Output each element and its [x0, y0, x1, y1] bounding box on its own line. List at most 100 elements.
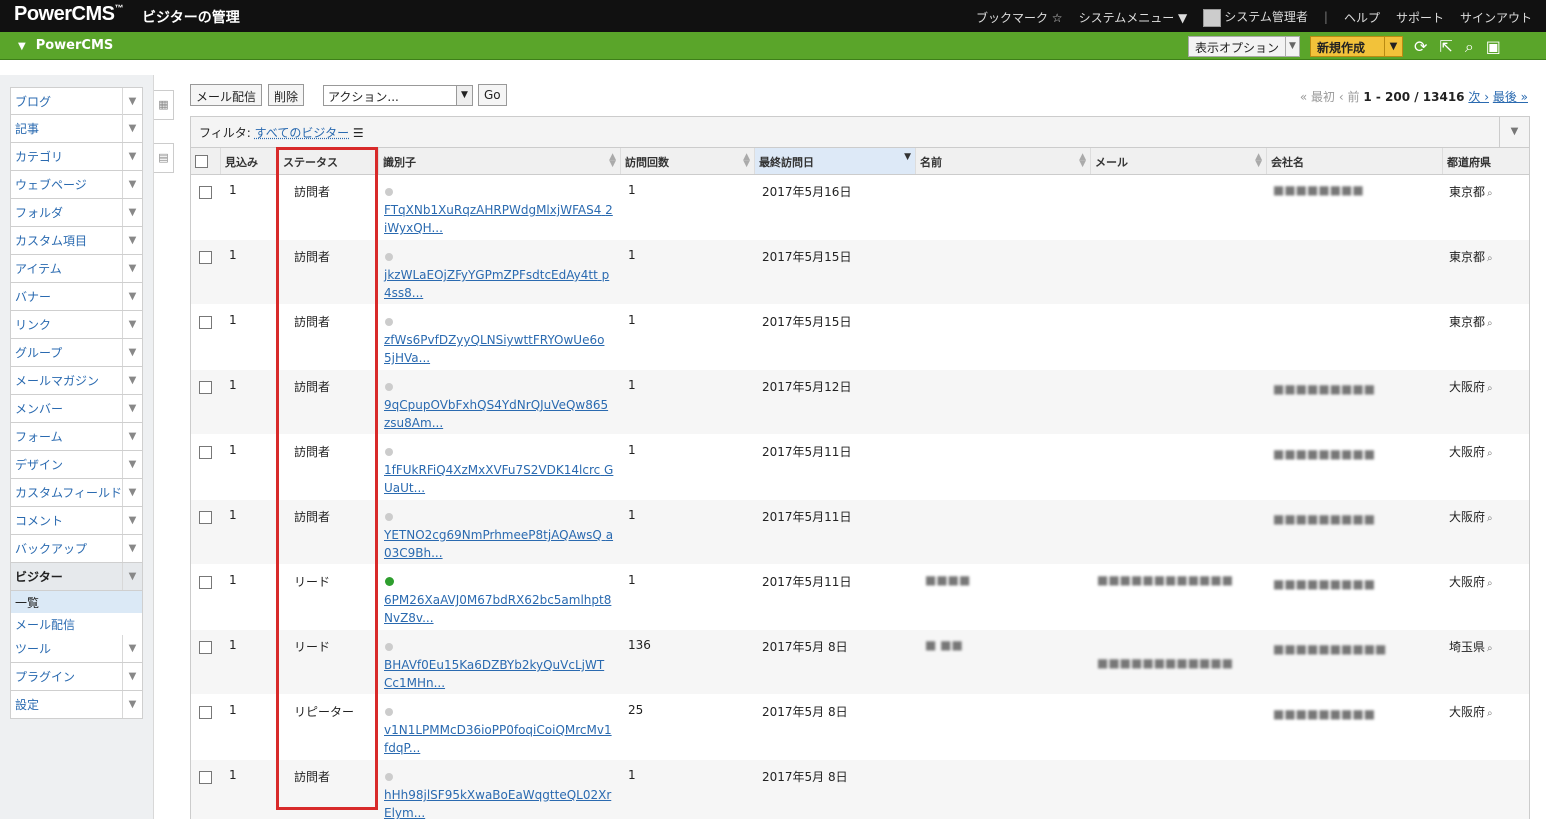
sidebar-item-visitor[interactable]: ビジター ▼	[10, 563, 143, 591]
search-icon[interactable]: ⌕	[1487, 513, 1493, 524]
row-checkbox[interactable]	[199, 316, 212, 329]
identifier-link[interactable]: zfWs6PvfDZyyQLNSiywttFRYOwUe6o 5jHVa...	[384, 331, 614, 367]
calculator-icon[interactable]: ▦	[154, 90, 174, 120]
chevron-down-icon[interactable]: ▼	[122, 227, 142, 254]
row-checkbox[interactable]	[199, 381, 212, 394]
sidebar-item[interactable]: フォーム ▼	[10, 423, 143, 451]
chevron-down-icon[interactable]: ▼	[122, 255, 142, 282]
search-icon[interactable]: ⌕	[1465, 37, 1474, 57]
sidebar-item[interactable]: カスタムフィールド ▼	[10, 479, 143, 507]
sidebar-item[interactable]: ウェブページ ▼	[10, 171, 143, 199]
identifier-link[interactable]: v1N1LPMMcD36ioPP0foqiCoiQMrcMv1 fdqP...	[384, 721, 614, 757]
identifier-link[interactable]: 1fFUkRFiQ4XzMxXVFu7S2VDK14lcrc GUaUt...	[384, 461, 614, 497]
identifier-link[interactable]: 9qCpupOVbFxhQS4YdNrQJuVeQw865 zsu8Am...	[384, 396, 614, 432]
sidebar-item[interactable]: メールマガジン ▼	[10, 367, 143, 395]
pager-next[interactable]: 次 ›	[1468, 90, 1489, 104]
refresh-icon[interactable]: ⟳	[1414, 37, 1427, 57]
external-link-icon[interactable]: ⇱	[1439, 37, 1452, 57]
chevron-down-icon[interactable]: ▼	[122, 367, 142, 394]
sidebar-item[interactable]: アイテム ▼	[10, 255, 143, 283]
row-checkbox[interactable]	[199, 251, 212, 264]
col-email[interactable]: メール ▲ ▼	[1091, 148, 1267, 174]
identifier-link[interactable]: YETNO2cg69NmPrhmeeP8tjAQAwsQ a03C9Bh...	[384, 526, 614, 562]
support-link[interactable]: サポート	[1396, 9, 1444, 26]
chevron-down-icon[interactable]: ▼	[122, 283, 142, 310]
col-visits[interactable]: 訪問回数 ▲ ▼	[621, 148, 755, 174]
sidebar-item[interactable]: グループ ▼	[10, 339, 143, 367]
sidebar-item[interactable]: ツール ▼	[10, 635, 143, 663]
row-checkbox[interactable]	[199, 771, 212, 784]
go-button[interactable]: Go	[478, 84, 507, 106]
brand-logo[interactable]: PowerCMS™	[14, 3, 123, 26]
search-icon[interactable]: ⌕	[1487, 318, 1493, 329]
chevron-down-icon[interactable]: ▼	[122, 691, 142, 718]
search-icon[interactable]: ⌕	[1487, 253, 1493, 264]
mail-send-button[interactable]: メール配信	[190, 84, 263, 106]
sidebar-item[interactable]: デザイン ▼	[10, 451, 143, 479]
identifier-link[interactable]: 6PM26XaAVJ0M67bdRX62bc5amlhpt8 NvZ8v...	[384, 591, 614, 627]
col-company[interactable]: 会社名	[1267, 148, 1443, 174]
pager-last[interactable]: 最後 »	[1493, 90, 1528, 104]
chevron-down-icon[interactable]: ▼	[122, 663, 142, 690]
search-icon[interactable]: ⌕	[1487, 448, 1493, 459]
sidebar-subitem-mail[interactable]: メール配信	[10, 613, 143, 635]
delete-button[interactable]: 削除	[268, 84, 305, 106]
row-checkbox[interactable]	[199, 511, 212, 524]
sidebar-item[interactable]: コメント ▼	[10, 507, 143, 535]
chevron-down-icon[interactable]: ▼	[122, 563, 142, 590]
sidebar-item[interactable]: メンバー ▼	[10, 395, 143, 423]
chevron-down-icon[interactable]: ▼	[122, 311, 142, 338]
chevron-down-icon[interactable]: ▼	[122, 535, 142, 562]
col-identifier[interactable]: 識別子 ▲ ▼	[379, 148, 621, 174]
chevron-down-icon[interactable]: ▼	[122, 143, 142, 170]
sidebar-item[interactable]: 設定 ▼	[10, 691, 143, 719]
sidebar-item[interactable]: フォルダ ▼	[10, 199, 143, 227]
sidebar-item[interactable]: プラグイン ▼	[10, 663, 143, 691]
action-select[interactable]: アクション... ▼	[323, 85, 473, 106]
sidebar-item[interactable]: リンク ▼	[10, 311, 143, 339]
identifier-link[interactable]: FTqXNb1XuRqzAHRPWdgMlxjWFAS4 2iWyxQH...	[384, 201, 614, 237]
sidebar-item[interactable]: カテゴリ ▼	[10, 143, 143, 171]
row-checkbox[interactable]	[199, 186, 212, 199]
chevron-down-icon[interactable]: ▼	[122, 479, 142, 506]
sidebar-item[interactable]: バックアップ ▼	[10, 535, 143, 563]
identifier-link[interactable]: BHAVf0Eu15Ka6DZBYb2kyQuVcLjWT Cc1MHn...	[384, 656, 614, 692]
search-icon[interactable]: ⌕	[1487, 708, 1493, 719]
col-status[interactable]: ステータス	[279, 148, 379, 174]
col-prospect[interactable]: 見込み	[221, 148, 279, 174]
chevron-down-icon[interactable]: ▼	[122, 339, 142, 366]
chevron-down-icon[interactable]: ▼	[122, 199, 142, 226]
filter-value[interactable]: すべてのビジター	[255, 126, 349, 140]
view-options-button[interactable]: 表示オプション ▼	[1188, 36, 1300, 57]
chevron-down-icon[interactable]: ▼	[122, 451, 142, 478]
sidebar-item[interactable]: カスタム項目 ▼	[10, 227, 143, 255]
search-icon[interactable]: ⌕	[1487, 188, 1493, 199]
search-icon[interactable]: ⌕	[1487, 578, 1493, 589]
chevron-down-icon[interactable]: ▼	[122, 395, 142, 422]
chevron-down-icon[interactable]: ▼	[122, 115, 142, 142]
chevron-down-icon[interactable]: ▼	[122, 635, 142, 662]
chevron-down-icon[interactable]: ▼	[122, 423, 142, 450]
sidebar-item[interactable]: ブログ ▼	[10, 87, 143, 115]
user-menu[interactable]: システム管理者	[1203, 8, 1308, 27]
sidebar-item[interactable]: バナー ▼	[10, 283, 143, 311]
list-icon[interactable]: ☰	[353, 126, 364, 140]
chevron-down-icon[interactable]: ▼	[122, 171, 142, 198]
help-link[interactable]: ヘルプ	[1344, 9, 1380, 26]
bookmark-link[interactable]: ブックマーク ☆	[976, 9, 1063, 26]
filter-toggle[interactable]: ▼	[1499, 117, 1529, 147]
row-checkbox[interactable]	[199, 576, 212, 589]
col-last-visit[interactable]: 最終訪問日 ▼	[755, 148, 916, 174]
chevron-down-icon[interactable]: ▼	[122, 507, 142, 534]
signout-link[interactable]: サインアウト	[1460, 9, 1532, 26]
select-all-checkbox[interactable]	[195, 154, 208, 168]
row-checkbox[interactable]	[199, 641, 212, 654]
site-selector[interactable]: ▼ PowerCMS	[18, 38, 113, 53]
row-checkbox[interactable]	[199, 706, 212, 719]
sidebar-item[interactable]: 記事 ▼	[10, 115, 143, 143]
row-checkbox[interactable]	[199, 446, 212, 459]
chevron-down-icon[interactable]: ▼	[122, 88, 142, 115]
lock-tab-icon[interactable]: ▤	[154, 143, 174, 173]
new-create-button[interactable]: 新規作成 ▼	[1310, 36, 1403, 57]
sidebar-subitem-list[interactable]: 一覧	[10, 591, 143, 613]
